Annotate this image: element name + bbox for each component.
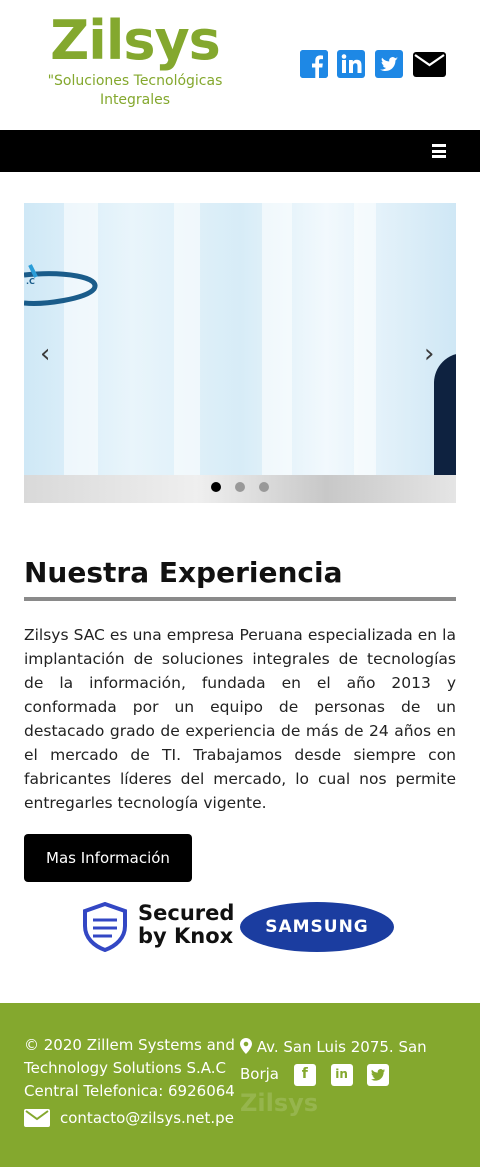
footer-email-link[interactable]: contacto@zilsys.net.pe	[24, 1109, 234, 1127]
hamburger-icon[interactable]	[432, 144, 446, 158]
section-heading: Nuestra Experiencia	[24, 556, 343, 589]
email-link[interactable]	[413, 52, 446, 81]
knox-line-1: Secured	[138, 901, 235, 925]
carousel-prev-arrow[interactable]: ‹	[40, 341, 50, 367]
partner-logo-fragment	[24, 264, 98, 306]
map-marker-icon	[240, 1038, 252, 1054]
background-window	[262, 203, 292, 475]
footer-twitter-icon[interactable]	[367, 1063, 390, 1086]
phone-text: Central Telefonica: 6926064	[24, 1082, 235, 1100]
email-text: contacto@zilsys.net.pe	[60, 1109, 234, 1127]
carousel-dot-3[interactable]	[259, 482, 269, 492]
envelope-icon	[24, 1109, 50, 1127]
partner-badges: Secured by Knox SAMSUNG	[82, 900, 402, 958]
logo-fragment-text: .C	[26, 277, 35, 286]
footer-linkedin-icon[interactable]: in	[330, 1063, 353, 1086]
footer-facebook-icon[interactable]: f	[293, 1063, 316, 1086]
heading-divider	[24, 597, 456, 601]
carousel-indicators	[211, 482, 269, 492]
carousel-dot-2[interactable]	[235, 482, 245, 492]
copyright-text: © 2020 Zillem Systems and Technology Sol…	[24, 1036, 235, 1077]
facebook-link[interactable]	[300, 50, 328, 78]
tagline: "Soluciones Tecnológicas Integrales	[47, 73, 223, 108]
more-info-button[interactable]: Mas Información	[24, 834, 192, 882]
background-window	[64, 203, 98, 475]
carousel-dot-1[interactable]	[211, 482, 221, 492]
samsung-text: SAMSUNG	[265, 917, 369, 937]
linkedin-icon	[337, 50, 365, 82]
background-window	[174, 203, 200, 475]
site-logo[interactable]: Zilsys "Soluciones Tecnológicas Integral…	[36, 8, 234, 110]
carousel-next-arrow[interactable]: ›	[424, 341, 434, 367]
experience-paragraph: Zilsys SAC es una empresa Peruana especi…	[24, 626, 456, 812]
facebook-icon	[300, 50, 328, 78]
knox-shield-icon	[83, 902, 127, 952]
samsung-logo: SAMSUNG	[240, 902, 394, 952]
site-footer: © 2020 Zillem Systems and Technology Sol…	[0, 1003, 480, 1167]
hero-carousel: .C ‹ ›	[24, 203, 456, 503]
main-navbar	[0, 130, 480, 172]
twitter-link[interactable]	[375, 50, 403, 82]
envelope-icon	[413, 52, 446, 81]
logo-wordmark: Zilsys	[50, 9, 221, 72]
linkedin-link[interactable]	[337, 50, 365, 82]
footer-watermark: Zilsys	[240, 1089, 319, 1117]
knox-line-2: by Knox	[138, 924, 234, 948]
footer-company-info: © 2020 Zillem Systems and Technology Sol…	[24, 1034, 236, 1103]
knox-label: Secured by Knox	[138, 902, 234, 948]
background-window	[354, 203, 376, 475]
twitter-icon	[375, 50, 403, 82]
site-header: Zilsys "Soluciones Tecnológicas Integral…	[0, 0, 480, 130]
footer-address-block: Av. San Luis 2075. San Borja f in	[240, 1034, 460, 1088]
person-silhouette	[434, 353, 456, 493]
